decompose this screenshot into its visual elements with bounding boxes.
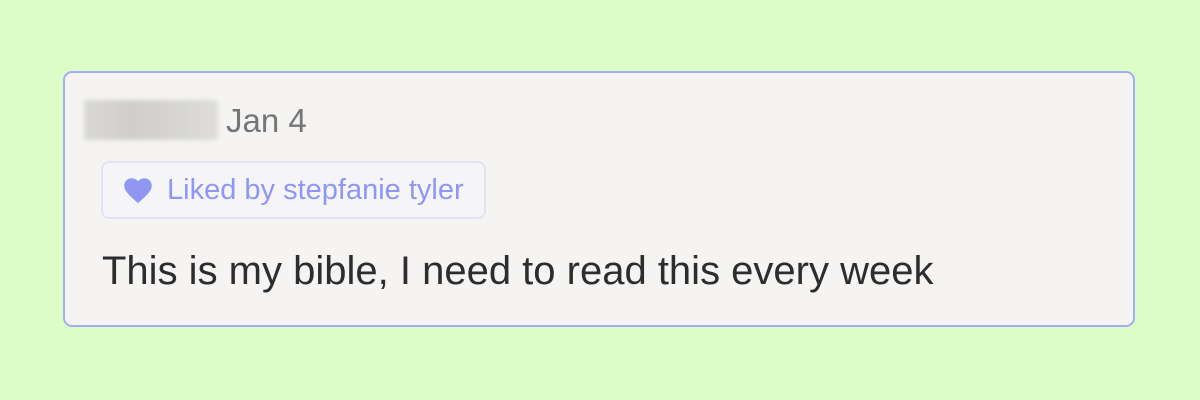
- comment-meta: Jan 4: [84, 99, 307, 141]
- heart-icon: [124, 178, 152, 204]
- comment-text: This is my bible, I need to read this ev…: [102, 249, 934, 293]
- liked-by-badge[interactable]: Liked by stepfanie tyler: [101, 161, 486, 219]
- blurred-username: [84, 100, 218, 140]
- comment-card: Jan 4 Liked by stepfanie tyler This is m…: [63, 71, 1135, 327]
- liked-by-label: Liked by stepfanie tyler: [167, 173, 464, 206]
- comment-date: Jan 4: [226, 101, 307, 139]
